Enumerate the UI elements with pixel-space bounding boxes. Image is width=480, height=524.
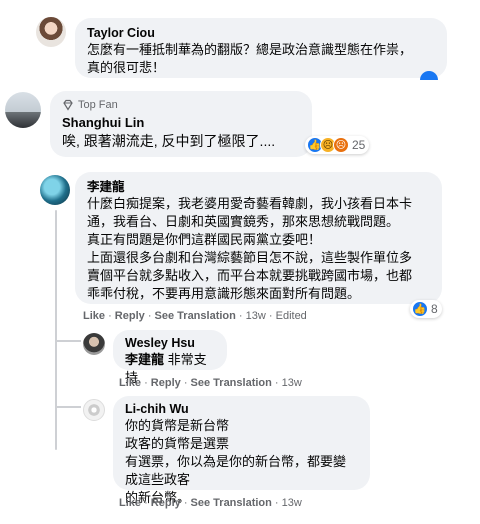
reaction-count: 25 bbox=[352, 138, 366, 152]
like-icon: 👍 bbox=[412, 301, 428, 317]
timestamp[interactable]: 13w bbox=[282, 497, 302, 509]
comment-bubble-li-chih-wu: Li-chih Wu 你的貨幣是新台幣 政客的貨幣是選票 有選票，你以為是你的新… bbox=[113, 396, 370, 505]
edited-label: Edited bbox=[275, 310, 307, 322]
comment-bubble-shanghui-lin: Top Fan Shanghui Lin 唉, 跟著潮流走, 反中到了極限了..… bbox=[50, 91, 312, 157]
reaction-summary[interactable]: 👍 ☹ ☹ 25 bbox=[305, 136, 370, 154]
like-link[interactable]: Like bbox=[83, 310, 105, 322]
reply-link[interactable]: Reply bbox=[151, 497, 181, 509]
angry-icon: ☹ bbox=[333, 137, 349, 153]
comment-bubble-wesley-hsu: Wesley Hsu 李建龍 非常支持 bbox=[113, 330, 227, 385]
comment-author[interactable]: Taylor Ciou bbox=[87, 25, 435, 41]
reaction-summary[interactable]: 👍 8 bbox=[410, 300, 442, 318]
see-translation-link[interactable]: See Translation bbox=[191, 377, 272, 389]
reaction-count: 8 bbox=[431, 302, 438, 316]
comment-author[interactable]: Li-chih Wu bbox=[125, 401, 358, 417]
comment-text: 唉, 跟著潮流走, 反中到了極限了.... bbox=[62, 133, 276, 149]
comment-actions: Like · Reply · See Translation · 13w bbox=[119, 377, 302, 389]
comment-text: 什麼白痴提案，我老婆用愛奇藝看韓劇，我小孩看日本卡 通，我看台、日劇和英國實鏡秀… bbox=[87, 196, 413, 301]
top-fan-badge: Top Fan bbox=[62, 98, 300, 112]
reply-thread-connector bbox=[55, 340, 81, 342]
like-link[interactable]: Like bbox=[119, 377, 141, 389]
reply-link[interactable]: Reply bbox=[151, 377, 181, 389]
comment-text: 你的貨幣是新台幣 政客的貨幣是選票 有選票，你以為是你的新台幣，都要變成這些政客… bbox=[125, 418, 347, 505]
avatar-li-chih-wu[interactable] bbox=[83, 399, 105, 421]
reply-link[interactable]: Reply bbox=[115, 310, 145, 322]
reply-thread-connector bbox=[55, 406, 81, 408]
like-link[interactable]: Like bbox=[119, 497, 141, 509]
diamond-icon bbox=[63, 99, 73, 111]
top-fan-label: Top Fan bbox=[78, 99, 118, 111]
comment-author[interactable]: Wesley Hsu bbox=[125, 335, 215, 351]
comment-author[interactable]: 李建龍 bbox=[87, 179, 430, 195]
avatar-wesley-hsu[interactable] bbox=[83, 333, 105, 355]
comment-actions: Like · Reply · See Translation · 13w · E… bbox=[83, 310, 307, 322]
see-translation-link[interactable]: See Translation bbox=[191, 497, 272, 509]
reply-thread-line bbox=[55, 210, 57, 450]
comment-bubble-li-jianlong: 李建龍 什麼白痴提案，我老婆用愛奇藝看韓劇，我小孩看日本卡 通，我看台、日劇和英… bbox=[75, 172, 442, 304]
avatar-li-jianlong[interactable] bbox=[40, 175, 70, 205]
timestamp[interactable]: 13w bbox=[282, 377, 302, 389]
comment-author[interactable]: Shanghui Lin bbox=[62, 115, 300, 131]
avatar-shanghui-lin[interactable] bbox=[5, 92, 41, 128]
comment-bubble-taylor-ciou: Taylor Ciou 怎麼有一種抵制華為的翻版？總是政治意識型態在作祟， 真的… bbox=[75, 18, 447, 78]
comment-text: 怎麼有一種抵制華為的翻版？總是政治意識型態在作祟， 真的很可悲！ bbox=[87, 42, 413, 75]
comment-actions: Like · Reply · See Translation · 13w bbox=[119, 497, 302, 509]
timestamp[interactable]: 13w bbox=[246, 310, 266, 322]
mention-link[interactable]: 李建龍 bbox=[125, 352, 164, 367]
see-translation-link[interactable]: See Translation bbox=[155, 310, 236, 322]
avatar-taylor-ciou[interactable] bbox=[36, 17, 66, 47]
